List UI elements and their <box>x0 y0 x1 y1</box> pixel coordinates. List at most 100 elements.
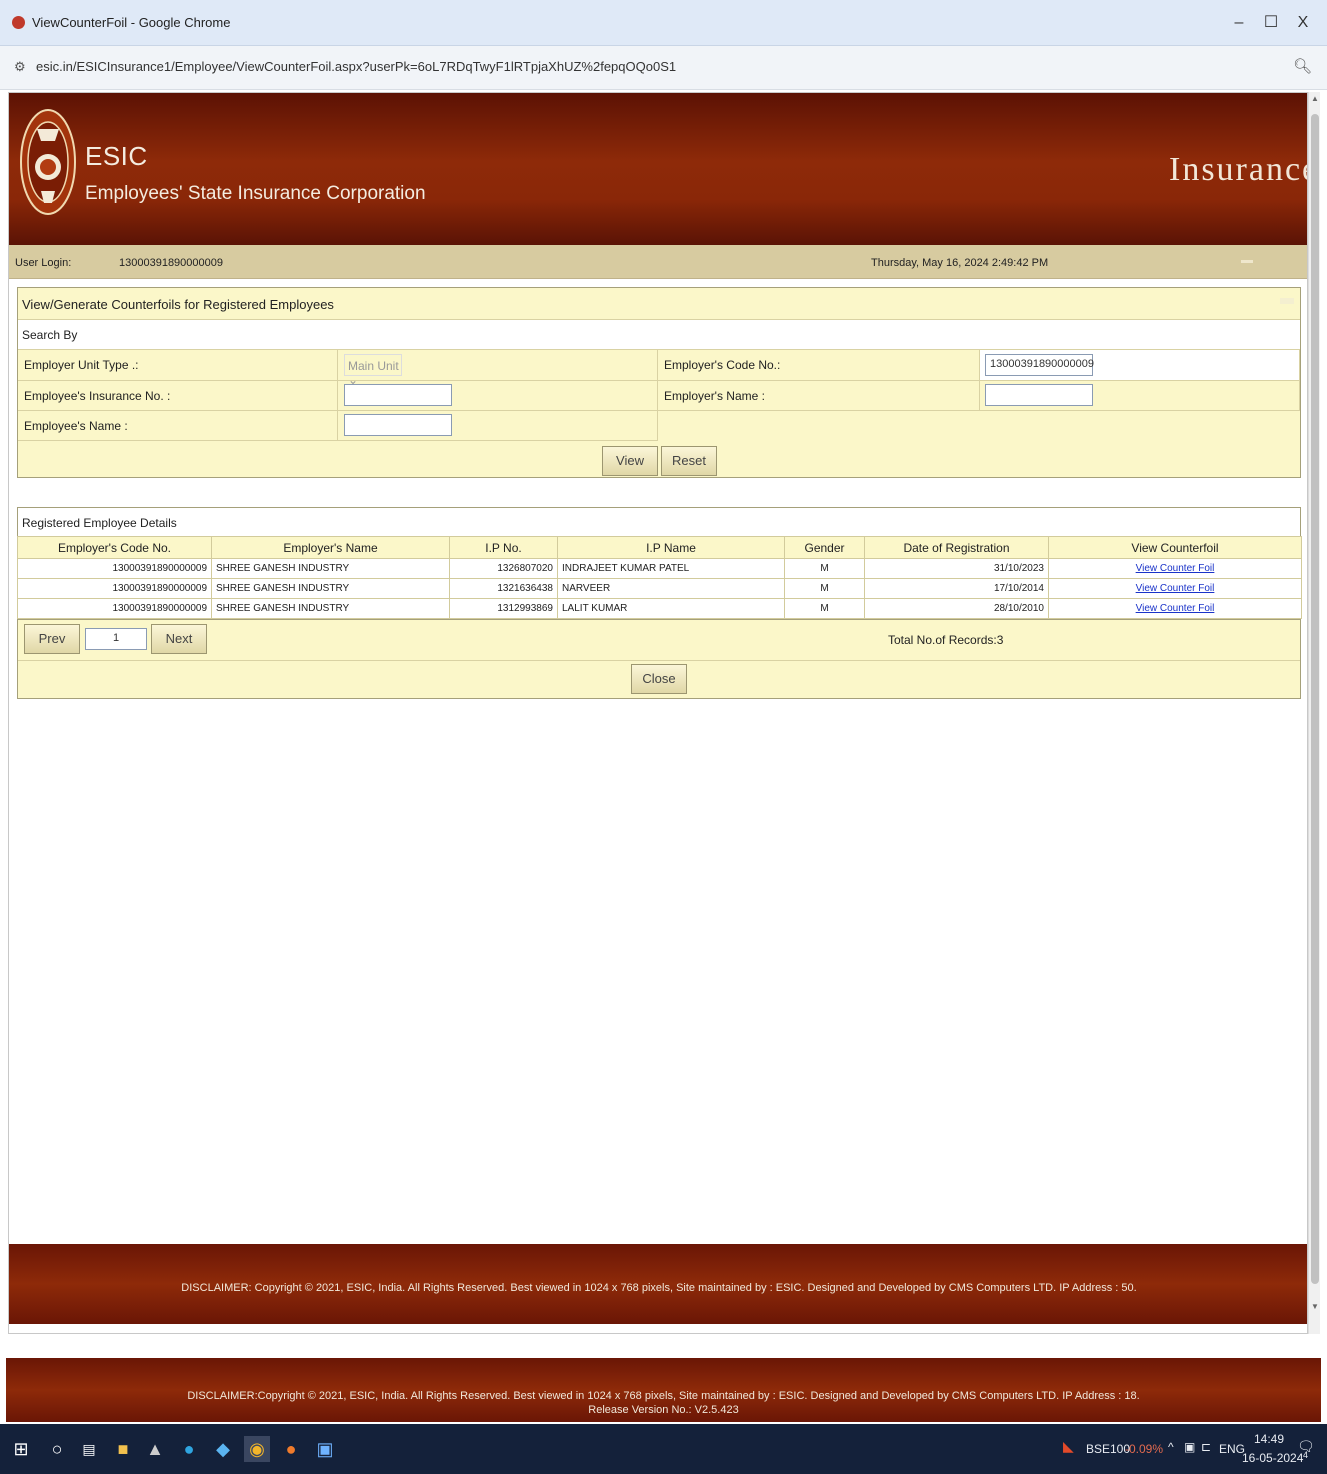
col-header: Employer's Code No. <box>17 536 212 559</box>
maximize-button[interactable]: ☐ <box>1258 11 1284 35</box>
insurance-no-label: Employee's Insurance No. : <box>24 389 171 403</box>
next-button[interactable]: Next <box>151 624 207 654</box>
org-name: Employees' State Insurance Corporation <box>85 183 426 204</box>
ip-no-cell: 1326807020 <box>449 558 558 579</box>
col-header: View Counterfoil <box>1048 536 1302 559</box>
input-cell: 13000391890000009 <box>980 350 1300 381</box>
minimize-button[interactable]: – <box>1226 11 1252 35</box>
employees-name-label: Employee's Name : <box>24 419 128 433</box>
employer-code-cell: 13000391890000009 <box>17 578 212 599</box>
firefox-icon[interactable]: ● <box>278 1436 304 1462</box>
section-name: Insurance <box>1169 151 1308 188</box>
employer-unit-type-select[interactable]: Main Unit ⌄ <box>344 354 402 387</box>
page-scrollbar[interactable]: ▲ ▼ <box>1308 92 1320 1334</box>
prev-button[interactable]: Prev <box>24 624 80 654</box>
employer-unit-type-label: Employer Unit Type .: <box>24 358 139 372</box>
view-counterfoil-link[interactable]: View Counter Foil <box>1136 603 1215 614</box>
app-icon[interactable]: ▲ <box>142 1436 168 1462</box>
ip-name-cell: NARVEER <box>557 578 785 599</box>
search-icon[interactable]: ○ <box>44 1436 70 1462</box>
divider <box>18 660 1300 661</box>
view-counterfoil-link[interactable]: View Counter Foil <box>1136 583 1215 594</box>
scroll-up-icon[interactable]: ▲ <box>1310 94 1320 103</box>
table-row: 13000391890000009 SHREE GANESH INDUSTRY … <box>17 598 1302 619</box>
gender-cell: M <box>784 558 865 579</box>
view-counterfoil-link[interactable]: View Counter Foil <box>1136 563 1215 574</box>
input-cell <box>338 381 658 411</box>
outer-footer: DISCLAIMER:Copyright © 2021, ESIC, India… <box>6 1358 1321 1422</box>
windows-start-icon[interactable]: ⊞ <box>8 1436 34 1462</box>
employers-name-label: Employer's Name : <box>664 389 765 403</box>
network-icon[interactable]: ⊏ <box>1201 1440 1211 1454</box>
input-cell: Main Unit ⌄ <box>338 350 658 387</box>
employer-name-cell: SHREE GANESH INDUSTRY <box>211 558 450 579</box>
col-header: Employer's Name <box>211 536 450 559</box>
app-icon[interactable]: ◆ <box>210 1436 236 1462</box>
input-cell <box>338 411 658 441</box>
esic-header: ESIC Employees' State Insurance Corporat… <box>9 93 1308 245</box>
url-text[interactable]: esic.in/ESICInsurance1/Employee/ViewCoun… <box>36 59 676 74</box>
employee-table: Employer's Code No. Employer's Name I.P … <box>17 536 1302 619</box>
employees-name-field[interactable] <box>344 414 452 436</box>
ticker-name[interactable]: BSE100 <box>1086 1442 1130 1456</box>
file-explorer-icon[interactable]: ■ <box>110 1436 136 1462</box>
close-window-button[interactable]: X <box>1290 11 1316 35</box>
zoom-icon[interactable]: 🔍︎ <box>1293 57 1312 75</box>
clock-date[interactable]: 16-05-2024 <box>1242 1451 1303 1465</box>
current-datetime: Thursday, May 16, 2024 2:49:42 PM <box>871 257 1049 269</box>
label-cell: Employee's Name : <box>18 411 338 441</box>
notification-count: 4 <box>1303 1450 1309 1460</box>
search-by-row: Search By <box>18 320 1300 350</box>
total-records: Total No.of Records:3 <box>888 633 1004 647</box>
chevron-up-icon[interactable]: ^ <box>1168 1440 1174 1454</box>
date-cell: 17/10/2014 <box>864 578 1049 599</box>
gender-cell: M <box>784 578 865 599</box>
employer-name-cell: SHREE GANESH INDUSTRY <box>211 578 450 599</box>
divider <box>1241 260 1253 263</box>
view-counterfoil-cell: View Counter Foil <box>1048 578 1302 599</box>
employers-code-field[interactable]: 13000391890000009 <box>985 354 1094 376</box>
view-counterfoil-cell: View Counter Foil <box>1048 598 1302 619</box>
esic-logo-icon <box>20 109 76 215</box>
clock-time[interactable]: 14:49 <box>1254 1432 1284 1446</box>
details-title: Registered Employee Details <box>22 516 177 530</box>
ip-no-cell: 1321636438 <box>449 578 558 599</box>
reset-button[interactable]: Reset <box>661 446 717 476</box>
search-panel: View/Generate Counterfoils for Registere… <box>17 287 1301 478</box>
label-cell: Employer's Name : <box>658 381 980 411</box>
scrollbar-thumb[interactable] <box>1311 114 1319 1284</box>
view-counterfoil-cell: View Counter Foil <box>1048 558 1302 579</box>
date-cell: 28/10/2010 <box>864 598 1049 619</box>
site-settings-icon[interactable]: ⚙ <box>14 59 26 75</box>
ip-name-cell: INDRAJEET KUMAR PATEL <box>557 558 785 579</box>
page-number-field[interactable]: 1 <box>85 628 147 650</box>
table-row: 13000391890000009 SHREE GANESH INDUSTRY … <box>17 578 1302 599</box>
close-button[interactable]: Close <box>631 664 687 694</box>
task-view-icon[interactable]: ▤ <box>76 1436 102 1462</box>
view-button[interactable]: View <box>602 446 658 476</box>
employer-name-cell: SHREE GANESH INDUSTRY <box>211 598 450 619</box>
edge-icon[interactable]: ● <box>176 1436 202 1462</box>
scroll-down-icon[interactable]: ▼ <box>1310 1302 1320 1311</box>
user-login-label: User Login: <box>15 257 72 269</box>
outer-disclaimer: DISCLAIMER:Copyright © 2021, ESIC, India… <box>187 1390 1140 1402</box>
date-cell: 31/10/2023 <box>864 558 1049 579</box>
address-bar[interactable]: ⚙ esic.in/ESICInsurance1/Employee/ViewCo… <box>0 46 1327 90</box>
employers-name-field[interactable] <box>985 384 1093 406</box>
app-icon[interactable]: ▣ <box>312 1436 338 1462</box>
tray-app-icon[interactable]: ▣ <box>1184 1440 1195 1454</box>
label-cell: Employee's Insurance No. : <box>18 381 338 411</box>
ticker-change[interactable]: -0.09% <box>1125 1442 1163 1456</box>
ip-name-cell: LALIT KUMAR <box>557 598 785 619</box>
release-version: Release Version No.: V2.5.423 <box>588 1404 739 1416</box>
insurance-no-field[interactable] <box>344 384 452 406</box>
stock-icon: ◣ <box>1063 1438 1074 1454</box>
label-cell: Employer Unit Type .: <box>18 350 338 381</box>
page-content: ESIC Employees' State Insurance Corporat… <box>8 92 1308 1334</box>
brand-name: ESIC <box>85 141 148 171</box>
divider <box>1280 298 1294 304</box>
chrome-icon[interactable]: ◉ <box>244 1436 270 1462</box>
col-header: I.P Name <box>557 536 785 559</box>
col-header: Date of Registration <box>864 536 1049 559</box>
window-title: ViewCounterFoil - Google Chrome <box>32 15 231 30</box>
